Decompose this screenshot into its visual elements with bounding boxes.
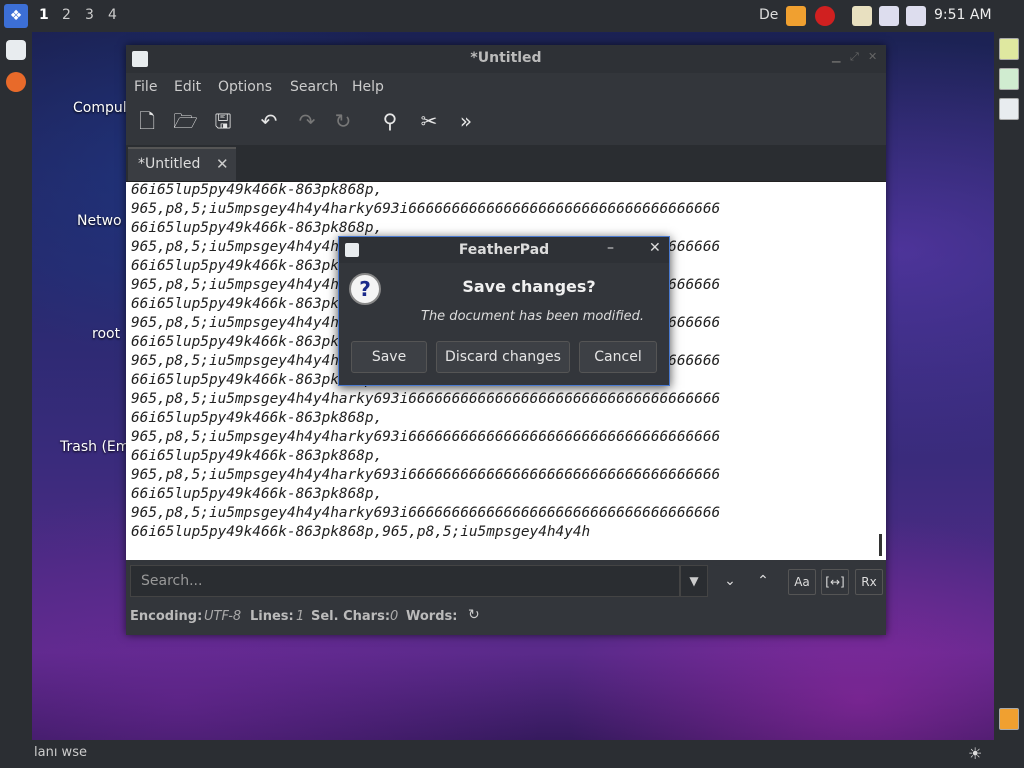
lines-value: 1 [296, 609, 305, 624]
network-icon[interactable] [879, 6, 899, 26]
sel-chars-label: Sel. Chars: [311, 609, 391, 624]
dialog-titlebar[interactable]: FeatherPad – ✕ [339, 237, 669, 263]
menu-edit[interactable]: Edit [174, 79, 201, 95]
text-line: 66i65lup5py49k466k-863pk868p,965,p8,5;iu… [131, 524, 591, 540]
workspace-2[interactable]: 2 [62, 7, 71, 23]
dialog-minimize-icon[interactable]: – [607, 240, 614, 256]
workspace-3[interactable]: 3 [85, 7, 94, 23]
discard-changes-button[interactable]: Discard changes [436, 341, 570, 373]
find-replace-icon[interactable]: ✂ [417, 109, 441, 133]
stop-icon[interactable] [815, 6, 835, 26]
find-previous-icon[interactable]: ⌃ [750, 569, 776, 593]
clipboard-icon[interactable] [852, 6, 872, 26]
window-title: *Untitled [470, 50, 542, 66]
menu-help[interactable]: Help [352, 79, 384, 95]
right-dock [994, 32, 1024, 740]
refresh-words-icon[interactable]: ↻ [468, 607, 480, 623]
brightness-icon[interactable]: ☀ [968, 744, 982, 763]
window-titlebar[interactable]: *Untitled ▁ ⤢ ✕ [126, 45, 886, 73]
find-icon[interactable]: ⚲ [378, 109, 402, 133]
desktop-icon-computer[interactable]: Compul [73, 100, 127, 116]
text-line: 965,p8,5;iu5mpsgey4h4y4harky693i66666666… [131, 201, 721, 217]
notes-icon[interactable] [786, 6, 806, 26]
find-next-icon[interactable]: ⌄ [717, 569, 743, 593]
toolbar: 🗋 🗁 🖫 ↶ ↷ ↻ ⚲ ✂ » [126, 103, 886, 139]
match-case-icon[interactable]: Aa [788, 569, 816, 595]
save-button[interactable]: Save [351, 341, 427, 373]
cancel-button[interactable]: Cancel [579, 341, 657, 373]
search-history-dropdown[interactable]: ▼ [680, 565, 708, 597]
bottom-bar-text: lanı wse [34, 745, 87, 760]
qt-icon[interactable] [999, 38, 1019, 60]
text-line: 66i65lup5py49k466k-863pk868p, [131, 448, 383, 464]
tab-untitled[interactable]: *Untitled ✕ [128, 147, 236, 181]
text-line: 965,p8,5;iu5mpsgey4h4y4harky693i66666666… [131, 429, 721, 445]
maximize-icon[interactable]: ⤢ [850, 51, 862, 63]
notes-dock-icon[interactable] [999, 708, 1019, 730]
desktop-icon-trash[interactable]: Trash (Em [60, 439, 129, 455]
new-file-icon[interactable]: 🗋 [135, 109, 159, 133]
save-changes-dialog: FeatherPad – ✕ ? Save changes? The docum… [338, 236, 670, 386]
whole-word-icon[interactable]: [↔] [821, 569, 849, 595]
redo-icon[interactable]: ↷ [295, 109, 319, 133]
search-bar: ▼ ⌄ ⌃ Aa [↔] Rx [126, 563, 886, 603]
text-line: 66i65lup5py49k466k-863pk868p, [131, 410, 383, 426]
sel-chars-value: 0 [390, 609, 399, 624]
save-icon[interactable]: 🖫 [211, 109, 235, 133]
dialog-close-icon[interactable]: ✕ [649, 240, 661, 256]
regex-icon[interactable]: Rx [855, 569, 883, 595]
text-line: 66i65lup5py49k466k-863pk868p, [131, 182, 383, 198]
undo-icon[interactable]: ↶ [257, 109, 281, 133]
text-line: 965,p8,5;iu5mpsgey4h4y4harky693i66666666… [131, 467, 721, 483]
text-line: 965,p8,5;iu5mpsgey4h4y4harky693i66666666… [131, 391, 721, 407]
lines-label: Lines: [250, 609, 294, 624]
text-line: 965,p8,5;iu5mpsgey4h4y4harky693i66666666… [131, 505, 721, 521]
bottom-bar: lanı wse ☀ [0, 740, 1024, 768]
menu-options[interactable]: Options [218, 79, 272, 95]
tab-label: *Untitled [138, 156, 201, 172]
left-dock [0, 32, 32, 740]
tab-bar: *Untitled ✕ [126, 145, 886, 182]
top-panel: ❖ 1 2 3 4 De 9:51 AM [0, 0, 1024, 32]
menu-search[interactable]: Search [290, 79, 338, 95]
dialog-message: The document has been modified. [421, 309, 645, 324]
math-icon[interactable] [999, 98, 1019, 120]
search-input[interactable] [130, 565, 680, 597]
keyboard-icon[interactable] [906, 6, 926, 26]
workspace-1[interactable]: 1 [39, 7, 49, 23]
go-to-line-icon[interactable]: » [454, 109, 478, 133]
clock[interactable]: 9:51 AM [934, 7, 992, 23]
dialog-heading: Save changes? [462, 277, 596, 296]
workspace-4[interactable]: 4 [108, 7, 117, 23]
status-bar: Encoding: UTF-8 Lines: 1 Sel. Chars: 0 W… [126, 605, 886, 633]
words-label: Words: [406, 609, 458, 624]
featherpad-icon[interactable] [6, 40, 26, 60]
desktop-icon-root[interactable]: root [92, 326, 120, 342]
app-menu-icon[interactable]: ❖ [4, 4, 28, 28]
menu-bar: File Edit Options Search Help [126, 75, 886, 99]
encoding-label: Encoding: [130, 609, 203, 624]
open-folder-icon[interactable]: 🗁 [173, 109, 198, 133]
menu-file[interactable]: File [134, 79, 157, 95]
tab-close-icon[interactable]: ✕ [216, 155, 229, 173]
close-icon[interactable]: ✕ [868, 51, 880, 63]
taskbar-text[interactable]: De [759, 7, 778, 23]
text-line: 66i65lup5py49k466k-863pk868p, [131, 486, 383, 502]
dialog-title: FeatherPad [458, 242, 550, 258]
spreadsheet-icon[interactable] [999, 68, 1019, 90]
reload-icon[interactable]: ↻ [331, 109, 355, 133]
encoding-value: UTF-8 [204, 609, 242, 624]
firefox-icon[interactable] [6, 72, 26, 92]
minimize-icon[interactable]: ▁ [832, 51, 844, 63]
desktop-icon-network[interactable]: Netwo [77, 213, 122, 229]
vertical-scrollbar[interactable] [879, 534, 882, 556]
